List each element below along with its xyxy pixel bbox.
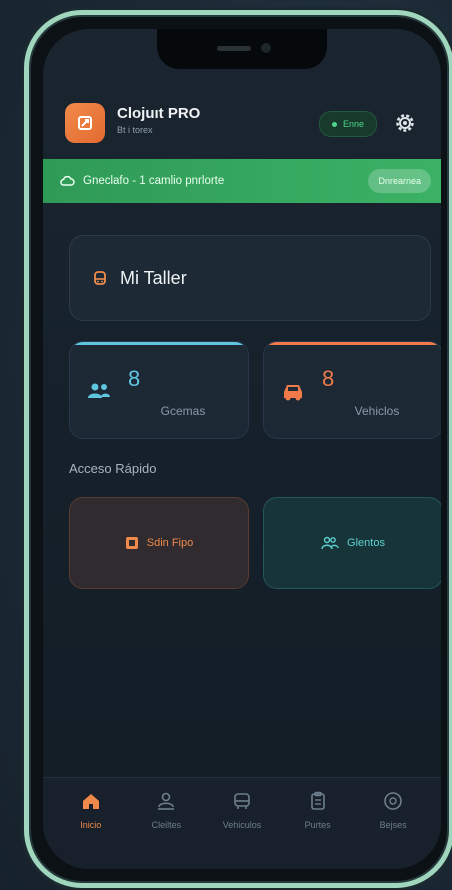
document-icon — [125, 537, 138, 549]
car-icon — [234, 793, 250, 809]
clients-icon — [88, 383, 110, 398]
clipboard-icon — [310, 791, 325, 810]
quick-access-title: Acceso Rápido — [69, 461, 157, 476]
clients-label: Gcemas — [160, 404, 206, 418]
workshop-icon — [94, 271, 106, 285]
quick-action-label: Sdin Fipo — [146, 537, 194, 549]
tab-label: Vehiculos — [222, 820, 262, 830]
status-label: Enne — [342, 119, 364, 129]
sync-now-button[interactable]: Dnrearnea — [368, 169, 431, 193]
sync-status-text: Gneclafo - 1 camlio pnrlorte — [83, 175, 225, 187]
clock-icon — [384, 792, 402, 810]
vehicles-label: Vehiclos — [354, 404, 400, 418]
tab-ajustes[interactable]: Bejses — [360, 778, 426, 869]
bottom-tab-bar: Inicio Cleiltes Vehiculos Purtes Bejses — [43, 777, 441, 869]
phone-frame: Clojuıt PRO Bt i torex Enne Gneclafo - 1… — [24, 10, 452, 888]
vehicles-stat-card[interactable]: 8 Vehiclos — [263, 341, 441, 439]
tab-label: Cleiltes — [151, 820, 182, 830]
tab-clientes[interactable]: Cleiltes — [133, 778, 199, 869]
app-title: Clojuıt PRO — [117, 105, 201, 122]
workshop-card[interactable]: Mi Taller — [69, 235, 431, 321]
quick-action-new-order-button[interactable]: Sdin Fipo — [69, 497, 249, 589]
tab-label: Bejses — [379, 820, 407, 830]
tab-vehiculos[interactable]: Vehiculos — [209, 778, 275, 869]
quick-action-clients-button[interactable]: Glentos — [263, 497, 441, 589]
clients-count: 8 — [128, 366, 141, 391]
app-logo-icon — [65, 103, 105, 143]
clients-stat-card[interactable]: 8 Gcemas — [69, 341, 249, 439]
clients-icon — [158, 792, 175, 810]
quick-action-label: Glentos — [347, 537, 385, 549]
app-header: Clojuıt PRO Bt i torex Enne — [65, 99, 427, 145]
cloud-icon — [60, 175, 75, 186]
phone-notch — [157, 29, 327, 69]
tab-inicio[interactable]: Inicio — [58, 778, 124, 869]
app-screen: Clojuıt PRO Bt i torex Enne Gneclafo - 1… — [43, 29, 441, 869]
card-accent-line — [264, 342, 441, 345]
tab-partes[interactable]: Purtes — [285, 778, 351, 869]
app-subtitle: Bt i torex — [117, 125, 153, 135]
car-icon — [284, 385, 302, 401]
camera — [261, 43, 271, 53]
workshop-label: Mi Taller — [120, 267, 187, 288]
clients-icon — [321, 536, 339, 550]
speaker — [217, 46, 251, 51]
connection-status-badge: Enne — [318, 111, 377, 137]
card-accent-line — [70, 342, 248, 345]
status-dot-icon — [331, 121, 337, 127]
gear-icon[interactable] — [393, 111, 417, 135]
tab-label: Purtes — [304, 820, 331, 830]
sync-status-bar: Gneclafo - 1 camlio pnrlorte Dnrearnea — [43, 159, 441, 203]
tab-label: Inicio — [80, 820, 102, 830]
home-icon — [82, 794, 99, 809]
vehicles-count: 8 — [322, 366, 335, 391]
